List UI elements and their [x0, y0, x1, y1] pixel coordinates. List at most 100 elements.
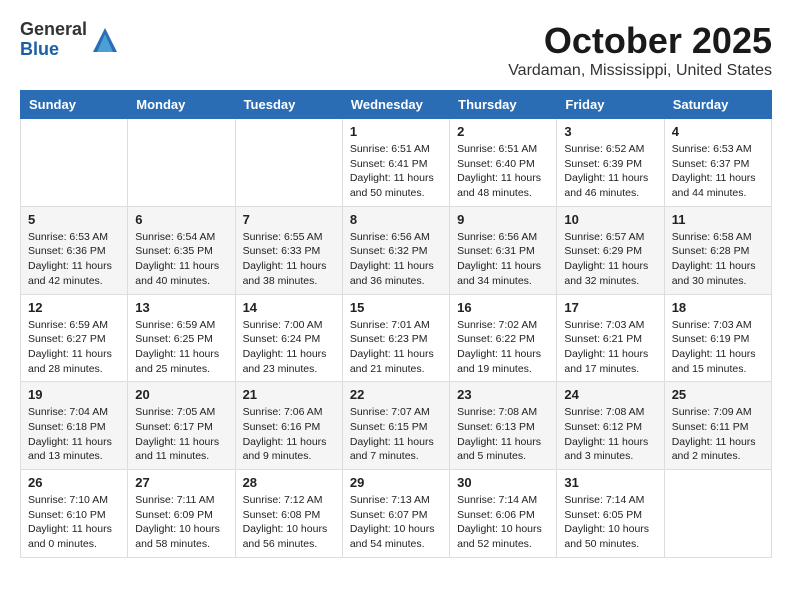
- day-info: Sunrise: 7:12 AMSunset: 6:08 PMDaylight:…: [243, 493, 335, 552]
- calendar-cell: 13 Sunrise: 6:59 AMSunset: 6:25 PMDayligh…: [128, 294, 235, 382]
- calendar-cell: 6 Sunrise: 6:54 AMSunset: 6:35 PMDaylight…: [128, 206, 235, 294]
- day-number: 7: [243, 212, 335, 227]
- calendar-cell: [235, 119, 342, 207]
- calendar-cell: [21, 119, 128, 207]
- day-info: Sunrise: 6:59 AMSunset: 6:25 PMDaylight:…: [135, 318, 227, 377]
- day-header-sunday: Sunday: [21, 91, 128, 119]
- day-info: Sunrise: 6:59 AMSunset: 6:27 PMDaylight:…: [28, 318, 120, 377]
- day-number: 20: [135, 387, 227, 402]
- day-info: Sunrise: 7:00 AMSunset: 6:24 PMDaylight:…: [243, 318, 335, 377]
- day-number: 8: [350, 212, 442, 227]
- calendar-table: SundayMondayTuesdayWednesdayThursdayFrid…: [20, 90, 772, 558]
- calendar-cell: 22 Sunrise: 7:07 AMSunset: 6:15 PMDayligh…: [342, 382, 449, 470]
- day-number: 1: [350, 124, 442, 139]
- day-number: 31: [564, 475, 656, 490]
- calendar-cell: 14 Sunrise: 7:00 AMSunset: 6:24 PMDayligh…: [235, 294, 342, 382]
- day-info: Sunrise: 7:08 AMSunset: 6:13 PMDaylight:…: [457, 405, 549, 464]
- day-number: 26: [28, 475, 120, 490]
- calendar-cell: 17 Sunrise: 7:03 AMSunset: 6:21 PMDayligh…: [557, 294, 664, 382]
- day-info: Sunrise: 7:14 AMSunset: 6:06 PMDaylight:…: [457, 493, 549, 552]
- day-info: Sunrise: 7:14 AMSunset: 6:05 PMDaylight:…: [564, 493, 656, 552]
- day-number: 16: [457, 300, 549, 315]
- calendar-cell: [128, 119, 235, 207]
- calendar-cell: 16 Sunrise: 7:02 AMSunset: 6:22 PMDayligh…: [450, 294, 557, 382]
- day-info: Sunrise: 6:51 AMSunset: 6:41 PMDaylight:…: [350, 142, 442, 201]
- day-number: 27: [135, 475, 227, 490]
- calendar-cell: 30 Sunrise: 7:14 AMSunset: 6:06 PMDayligh…: [450, 470, 557, 558]
- logo-blue: Blue: [20, 40, 87, 60]
- day-info: Sunrise: 7:05 AMSunset: 6:17 PMDaylight:…: [135, 405, 227, 464]
- day-number: 22: [350, 387, 442, 402]
- logo-general: General: [20, 20, 87, 40]
- day-info: Sunrise: 6:51 AMSunset: 6:40 PMDaylight:…: [457, 142, 549, 201]
- day-number: 30: [457, 475, 549, 490]
- day-info: Sunrise: 6:52 AMSunset: 6:39 PMDaylight:…: [564, 142, 656, 201]
- day-info: Sunrise: 7:10 AMSunset: 6:10 PMDaylight:…: [28, 493, 120, 552]
- calendar-cell: 26 Sunrise: 7:10 AMSunset: 6:10 PMDayligh…: [21, 470, 128, 558]
- calendar-cell: 27Sunrise: 7:11 AMSunset: 6:09 PMDayligh…: [128, 470, 235, 558]
- calendar-week-row: 26 Sunrise: 7:10 AMSunset: 6:10 PMDayligh…: [21, 470, 772, 558]
- day-number: 19: [28, 387, 120, 402]
- day-number: 4: [672, 124, 764, 139]
- logo: General Blue: [20, 20, 119, 60]
- calendar-cell: 19 Sunrise: 7:04 AMSunset: 6:18 PMDayligh…: [21, 382, 128, 470]
- day-info: Sunrise: 6:55 AMSunset: 6:33 PMDaylight:…: [243, 230, 335, 289]
- calendar-cell: 1 Sunrise: 6:51 AMSunset: 6:41 PMDaylight…: [342, 119, 449, 207]
- day-number: 11: [672, 212, 764, 227]
- day-header-saturday: Saturday: [664, 91, 771, 119]
- calendar-cell: 28 Sunrise: 7:12 AMSunset: 6:08 PMDayligh…: [235, 470, 342, 558]
- day-number: 14: [243, 300, 335, 315]
- day-info: Sunrise: 7:03 AMSunset: 6:19 PMDaylight:…: [672, 318, 764, 377]
- day-number: 28: [243, 475, 335, 490]
- calendar-cell: 2 Sunrise: 6:51 AMSunset: 6:40 PMDaylight…: [450, 119, 557, 207]
- day-info: Sunrise: 7:09 AMSunset: 6:11 PMDaylight:…: [672, 405, 764, 464]
- day-info: Sunrise: 7:07 AMSunset: 6:15 PMDaylight:…: [350, 405, 442, 464]
- calendar-cell: 24Sunrise: 7:08 AMSunset: 6:12 PMDayligh…: [557, 382, 664, 470]
- calendar-cell: 23Sunrise: 7:08 AMSunset: 6:13 PMDayligh…: [450, 382, 557, 470]
- day-header-friday: Friday: [557, 91, 664, 119]
- day-number: 3: [564, 124, 656, 139]
- day-number: 9: [457, 212, 549, 227]
- day-info: Sunrise: 6:56 AMSunset: 6:31 PMDaylight:…: [457, 230, 549, 289]
- day-number: 21: [243, 387, 335, 402]
- page-header: General Blue October 2025 Vardaman, Miss…: [20, 20, 772, 80]
- calendar-week-row: 19 Sunrise: 7:04 AMSunset: 6:18 PMDayligh…: [21, 382, 772, 470]
- calendar-week-row: 5 Sunrise: 6:53 AMSunset: 6:36 PMDaylight…: [21, 206, 772, 294]
- day-info: Sunrise: 7:13 AMSunset: 6:07 PMDaylight:…: [350, 493, 442, 552]
- day-number: 13: [135, 300, 227, 315]
- day-info: Sunrise: 6:53 AMSunset: 6:36 PMDaylight:…: [28, 230, 120, 289]
- day-info: Sunrise: 6:57 AMSunset: 6:29 PMDaylight:…: [564, 230, 656, 289]
- day-number: 15: [350, 300, 442, 315]
- calendar-cell: 21 Sunrise: 7:06 AMSunset: 6:16 PMDayligh…: [235, 382, 342, 470]
- calendar-cell: 12Sunrise: 6:59 AMSunset: 6:27 PMDayligh…: [21, 294, 128, 382]
- day-header-wednesday: Wednesday: [342, 91, 449, 119]
- day-info: Sunrise: 7:08 AMSunset: 6:12 PMDaylight:…: [564, 405, 656, 464]
- day-number: 10: [564, 212, 656, 227]
- day-info: Sunrise: 7:01 AMSunset: 6:23 PMDaylight:…: [350, 318, 442, 377]
- day-header-monday: Monday: [128, 91, 235, 119]
- calendar-header-row: SundayMondayTuesdayWednesdayThursdayFrid…: [21, 91, 772, 119]
- calendar-cell: 15 Sunrise: 7:01 AMSunset: 6:23 PMDayligh…: [342, 294, 449, 382]
- day-number: 17: [564, 300, 656, 315]
- calendar-cell: 20 Sunrise: 7:05 AMSunset: 6:17 PMDayligh…: [128, 382, 235, 470]
- day-info: Sunrise: 7:02 AMSunset: 6:22 PMDaylight:…: [457, 318, 549, 377]
- day-number: 25: [672, 387, 764, 402]
- day-info: Sunrise: 7:06 AMSunset: 6:16 PMDaylight:…: [243, 405, 335, 464]
- day-number: 2: [457, 124, 549, 139]
- calendar-cell: 8Sunrise: 6:56 AMSunset: 6:32 PMDaylight…: [342, 206, 449, 294]
- title-block: October 2025 Vardaman, Mississippi, Unit…: [508, 20, 772, 80]
- calendar-week-row: 1 Sunrise: 6:51 AMSunset: 6:41 PMDaylight…: [21, 119, 772, 207]
- day-info: Sunrise: 6:58 AMSunset: 6:28 PMDaylight:…: [672, 230, 764, 289]
- location: Vardaman, Mississippi, United States: [508, 62, 772, 80]
- logo-icon: [91, 26, 119, 54]
- calendar-cell: 4Sunrise: 6:53 AMSunset: 6:37 PMDaylight…: [664, 119, 771, 207]
- day-number: 6: [135, 212, 227, 227]
- day-info: Sunrise: 6:54 AMSunset: 6:35 PMDaylight:…: [135, 230, 227, 289]
- day-number: 29: [350, 475, 442, 490]
- month-title: October 2025: [508, 20, 772, 62]
- calendar-cell: 25 Sunrise: 7:09 AMSunset: 6:11 PMDayligh…: [664, 382, 771, 470]
- calendar-cell: [664, 470, 771, 558]
- day-info: Sunrise: 7:03 AMSunset: 6:21 PMDaylight:…: [564, 318, 656, 377]
- day-number: 5: [28, 212, 120, 227]
- day-info: Sunrise: 7:04 AMSunset: 6:18 PMDaylight:…: [28, 405, 120, 464]
